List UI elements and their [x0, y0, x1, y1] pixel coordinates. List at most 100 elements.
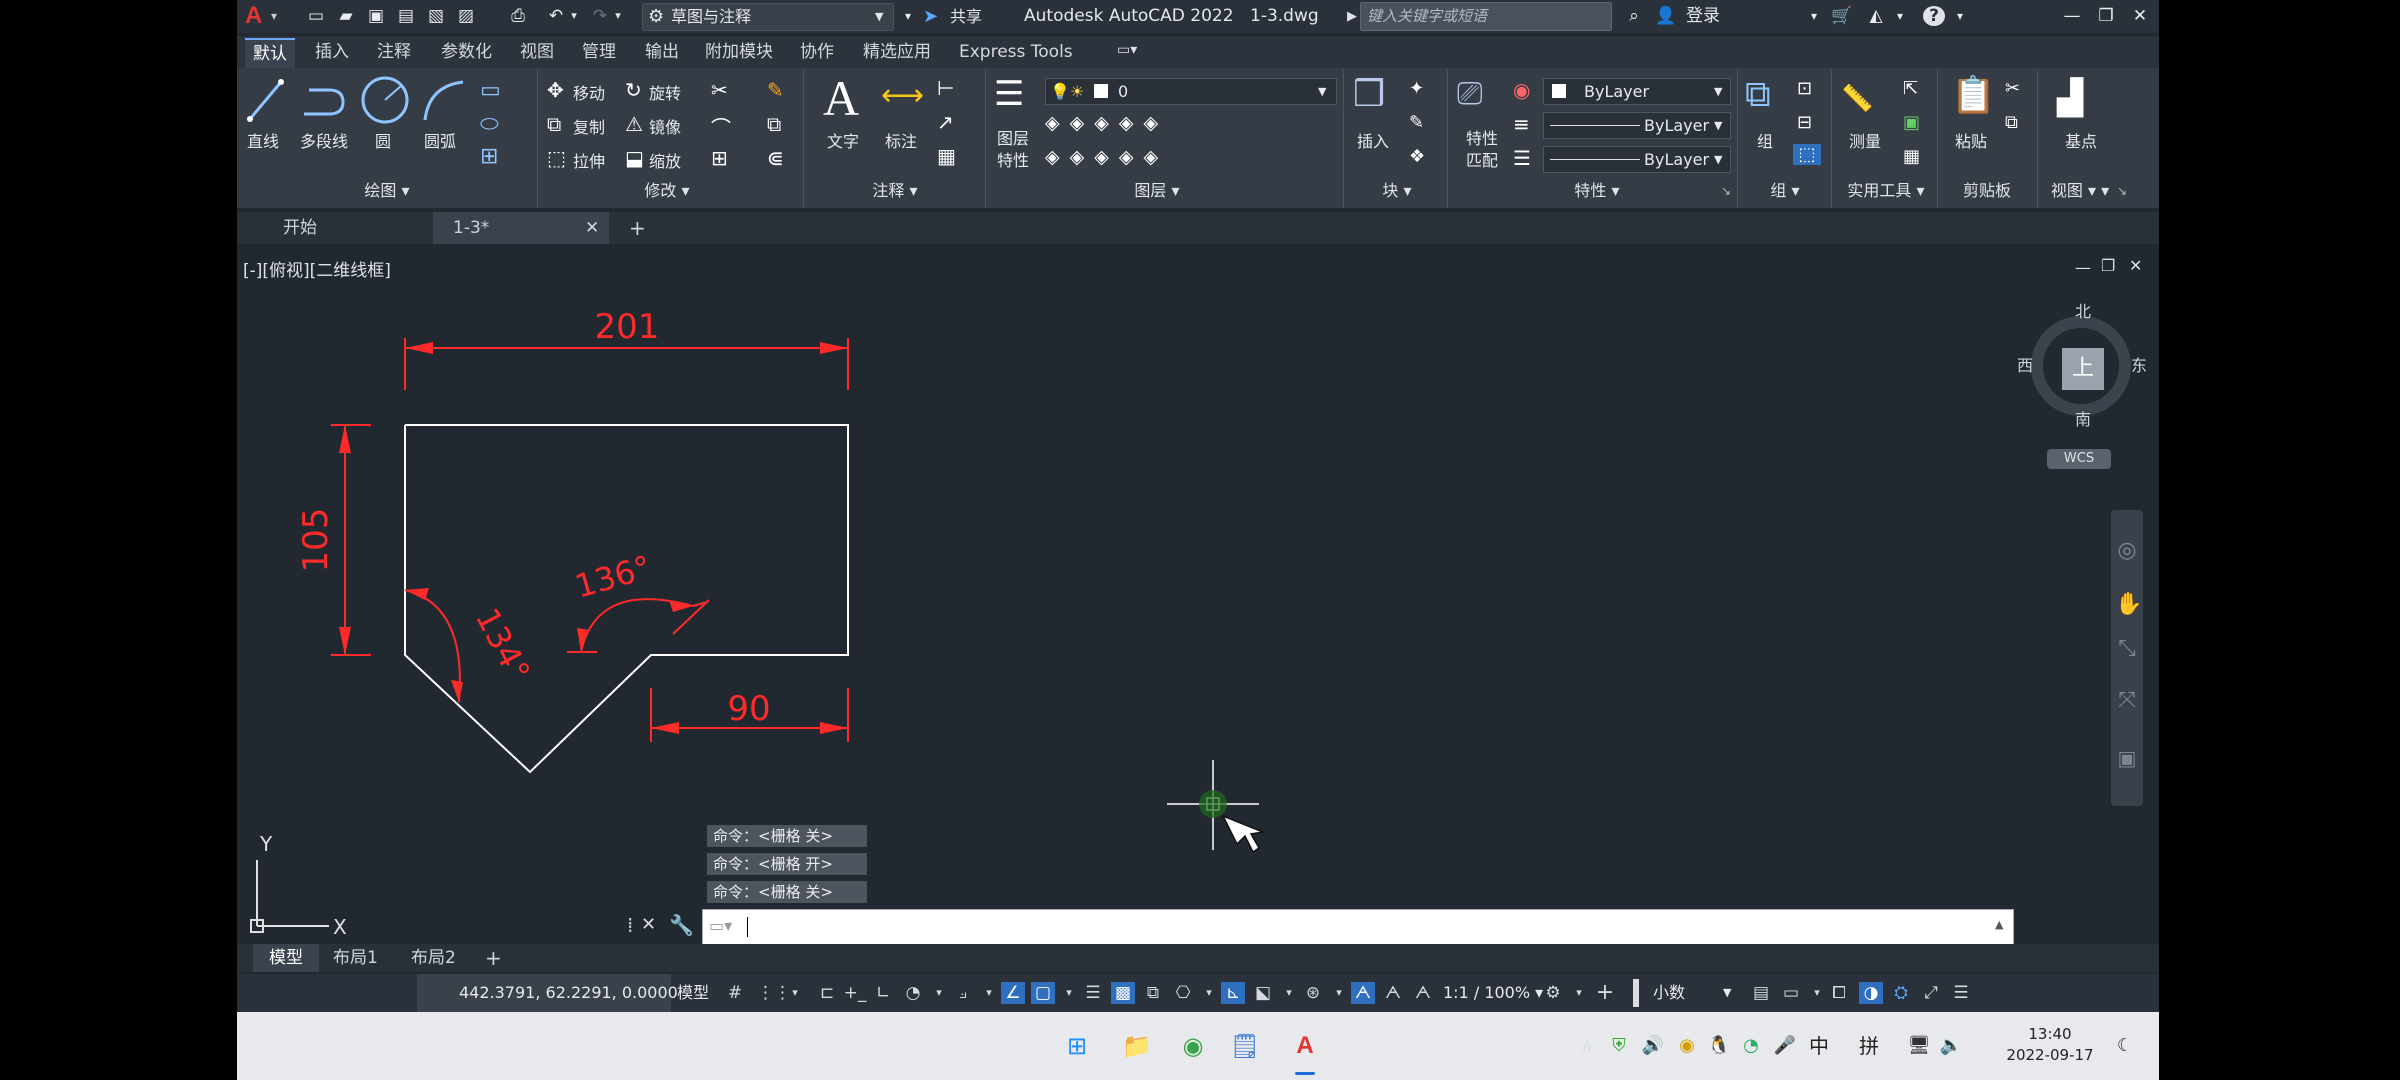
ortho-icon[interactable]: ∟	[871, 982, 895, 1004]
fullscreen-icon[interactable]: ⤢	[1919, 982, 1943, 1004]
group-label[interactable]: 组	[1757, 128, 1773, 152]
command-history-toggle-icon[interactable]: ▲	[1995, 918, 2003, 931]
annotation-visibility-icon[interactable]: ᗅ	[1351, 982, 1375, 1004]
lineweight-toggle-icon[interactable]: ☰	[1081, 982, 1105, 1004]
layer-properties-icon[interactable]: ☰	[994, 74, 1024, 114]
close-icon[interactable]: ✕	[2129, 6, 2151, 26]
annotation-panel-title[interactable]: 注释 ▾	[865, 180, 925, 202]
search-icon[interactable]: ⌕	[1623, 6, 1645, 26]
cut-icon[interactable]: ✂	[2005, 78, 2020, 99]
tab-insert[interactable]: 插入	[307, 38, 357, 66]
zoom-extents-icon[interactable]: ⤡	[2115, 636, 2139, 661]
minimize-icon[interactable]: —	[2061, 6, 2083, 26]
calculator-icon[interactable]: ▦	[1903, 146, 1920, 167]
infer-constraints-icon[interactable]: ⊏	[815, 982, 839, 1004]
snap-icon[interactable]: ⋮⋮	[757, 982, 791, 1004]
orbit-icon[interactable]: ⤧	[2115, 688, 2139, 713]
clean-screen-icon[interactable]: ⛭	[1889, 982, 1913, 1004]
open-file-icon[interactable]: ▰	[335, 6, 357, 26]
quick-select-icon[interactable]: ⇱	[1903, 78, 1918, 99]
app-menu-arrow-icon[interactable]: ▾	[271, 0, 277, 33]
moon-icon[interactable]: ☾	[2105, 1028, 2145, 1064]
stretch-label[interactable]: 拉伸	[573, 148, 605, 172]
dimension-105[interactable]	[331, 424, 371, 656]
lock-ui-icon[interactable]: ▭	[1779, 982, 1803, 1004]
clock[interactable]: 13:40 2022-09-17	[2005, 1024, 2095, 1066]
trim-icon[interactable]: ✂	[711, 78, 728, 102]
table-grid-icon[interactable]: ⊞	[480, 144, 498, 169]
tab-default[interactable]: 默认	[245, 38, 295, 68]
workspace-gear-icon[interactable]: ⚙	[1541, 982, 1565, 1004]
table-icon[interactable]: ▦	[937, 144, 956, 168]
modify-panel-title[interactable]: 修改 ▾	[637, 180, 697, 202]
create-block-icon[interactable]: ✦	[1409, 78, 1424, 99]
copy-clip-icon[interactable]: ⧉	[2005, 112, 2018, 133]
insert-block-label[interactable]: 插入	[1357, 128, 1389, 152]
match-properties-label[interactable]: 特性 匹配	[1466, 128, 1498, 172]
save-as-icon[interactable]: ▤	[395, 6, 417, 26]
open-web-icon[interactable]: ▧	[425, 6, 447, 26]
base-view-icon[interactable]: ▟	[2057, 78, 2083, 118]
restore-icon[interactable]: ❐	[2095, 6, 2117, 26]
insert-block-icon[interactable]: ❒	[1353, 74, 1385, 115]
attribute-icon[interactable]: ❖	[1409, 146, 1425, 167]
linear-dim-icon[interactable]: ⊢	[937, 76, 954, 100]
measure-icon[interactable]: 📏	[1841, 84, 1873, 114]
array-icon[interactable]: ⊞	[711, 146, 728, 170]
utilities-panel-title[interactable]: 实用工具 ▾	[1841, 180, 1931, 202]
rotate-icon[interactable]: ↻	[625, 78, 642, 102]
object-snap-icon[interactable]: ▢	[1031, 982, 1055, 1004]
cart-icon[interactable]: 🛒	[1831, 6, 1853, 26]
group-select-icon[interactable]: ⬚	[1793, 144, 1821, 165]
tab-express-tools[interactable]: Express Tools	[951, 38, 1081, 66]
pan-icon[interactable]: ✋	[2115, 592, 2142, 617]
move-icon[interactable]: ✥	[547, 78, 564, 102]
stretch-icon[interactable]: ⬚	[547, 146, 566, 170]
paste-label[interactable]: 粘贴	[1955, 128, 1987, 152]
paste-icon[interactable]: 📋	[1951, 74, 1996, 116]
mirror-icon[interactable]: ⚠	[625, 112, 643, 136]
layer-properties-label[interactable]: 图层 特性	[997, 128, 1029, 172]
transparency-icon[interactable]: ▩	[1111, 982, 1135, 1004]
app-dropdown-icon[interactable]: ▾	[1889, 6, 1911, 26]
panel-launcher-icon[interactable]: ↘	[2117, 184, 2127, 198]
tab-featured-apps[interactable]: 精选应用	[855, 38, 939, 66]
help-dropdown-icon[interactable]: ▾	[1949, 6, 1971, 26]
groups-panel-title[interactable]: 组 ▾	[1765, 180, 1805, 202]
tab-annotate[interactable]: 注释	[369, 38, 419, 66]
tab-file[interactable]: 1-3* ✕	[433, 212, 609, 244]
line-tool-icon[interactable]	[245, 74, 285, 124]
command-input[interactable]: ▭▾ ▲	[702, 909, 2014, 945]
customize-qat-icon[interactable]: ▾	[897, 6, 919, 26]
arc-tool-icon[interactable]	[419, 76, 469, 126]
layer-tools-row1-icon[interactable]: ◈◈◈◈◈	[1045, 112, 1168, 134]
rectangle-tool-icon[interactable]: ▭	[480, 78, 501, 103]
arc-tool-label[interactable]: 圆弧	[424, 128, 456, 152]
select-all-icon[interactable]: ▣	[1903, 112, 1920, 133]
gizmo-icon[interactable]: ⊛	[1301, 982, 1325, 1004]
object-snap-dropdown-icon[interactable]: ▾	[1057, 982, 1081, 1004]
close-command-icon[interactable]: ✕	[641, 914, 656, 935]
ribbon-toggle-icon[interactable]: ▭▾	[1117, 42, 1149, 62]
windows-start-icon[interactable]: ⊞	[1057, 1028, 1097, 1064]
fillet-icon[interactable]: ⌒	[711, 112, 731, 141]
autocad-taskbar-icon[interactable]: A	[1285, 1028, 1325, 1064]
workspace-dropdown-icon[interactable]: ▾	[1567, 982, 1591, 1004]
annotation-monitor-icon[interactable]: +	[1593, 982, 1617, 1004]
block-panel-title[interactable]: 块 ▾	[1367, 180, 1427, 202]
dimension-tool-label[interactable]: 标注	[885, 128, 917, 152]
tab-collaborate[interactable]: 协作	[792, 38, 842, 66]
lineweight-icon[interactable]: ≡	[1513, 112, 1530, 136]
isodraft-dropdown-icon[interactable]: ▾	[977, 982, 1001, 1004]
quick-properties-icon[interactable]: ▤	[1749, 982, 1773, 1004]
wrench-icon[interactable]: 🔧	[669, 913, 694, 937]
linetype-select[interactable]: ByLayer ▼	[1543, 146, 1731, 173]
command-prompt-icon[interactable]: ▭▾	[709, 916, 732, 935]
compass-north[interactable]: 北	[2075, 298, 2091, 322]
browser-icon[interactable]: ◉	[1173, 1028, 1213, 1064]
color-wheel-icon[interactable]: ◉	[1513, 78, 1530, 102]
scale-icon[interactable]: ⬓	[625, 146, 644, 170]
lineweight-select[interactable]: ByLayer ▼	[1543, 112, 1731, 139]
viewcube-top-face[interactable]: 上	[2062, 348, 2104, 390]
clipboard-panel-title[interactable]: 剪贴板	[1957, 180, 2017, 202]
